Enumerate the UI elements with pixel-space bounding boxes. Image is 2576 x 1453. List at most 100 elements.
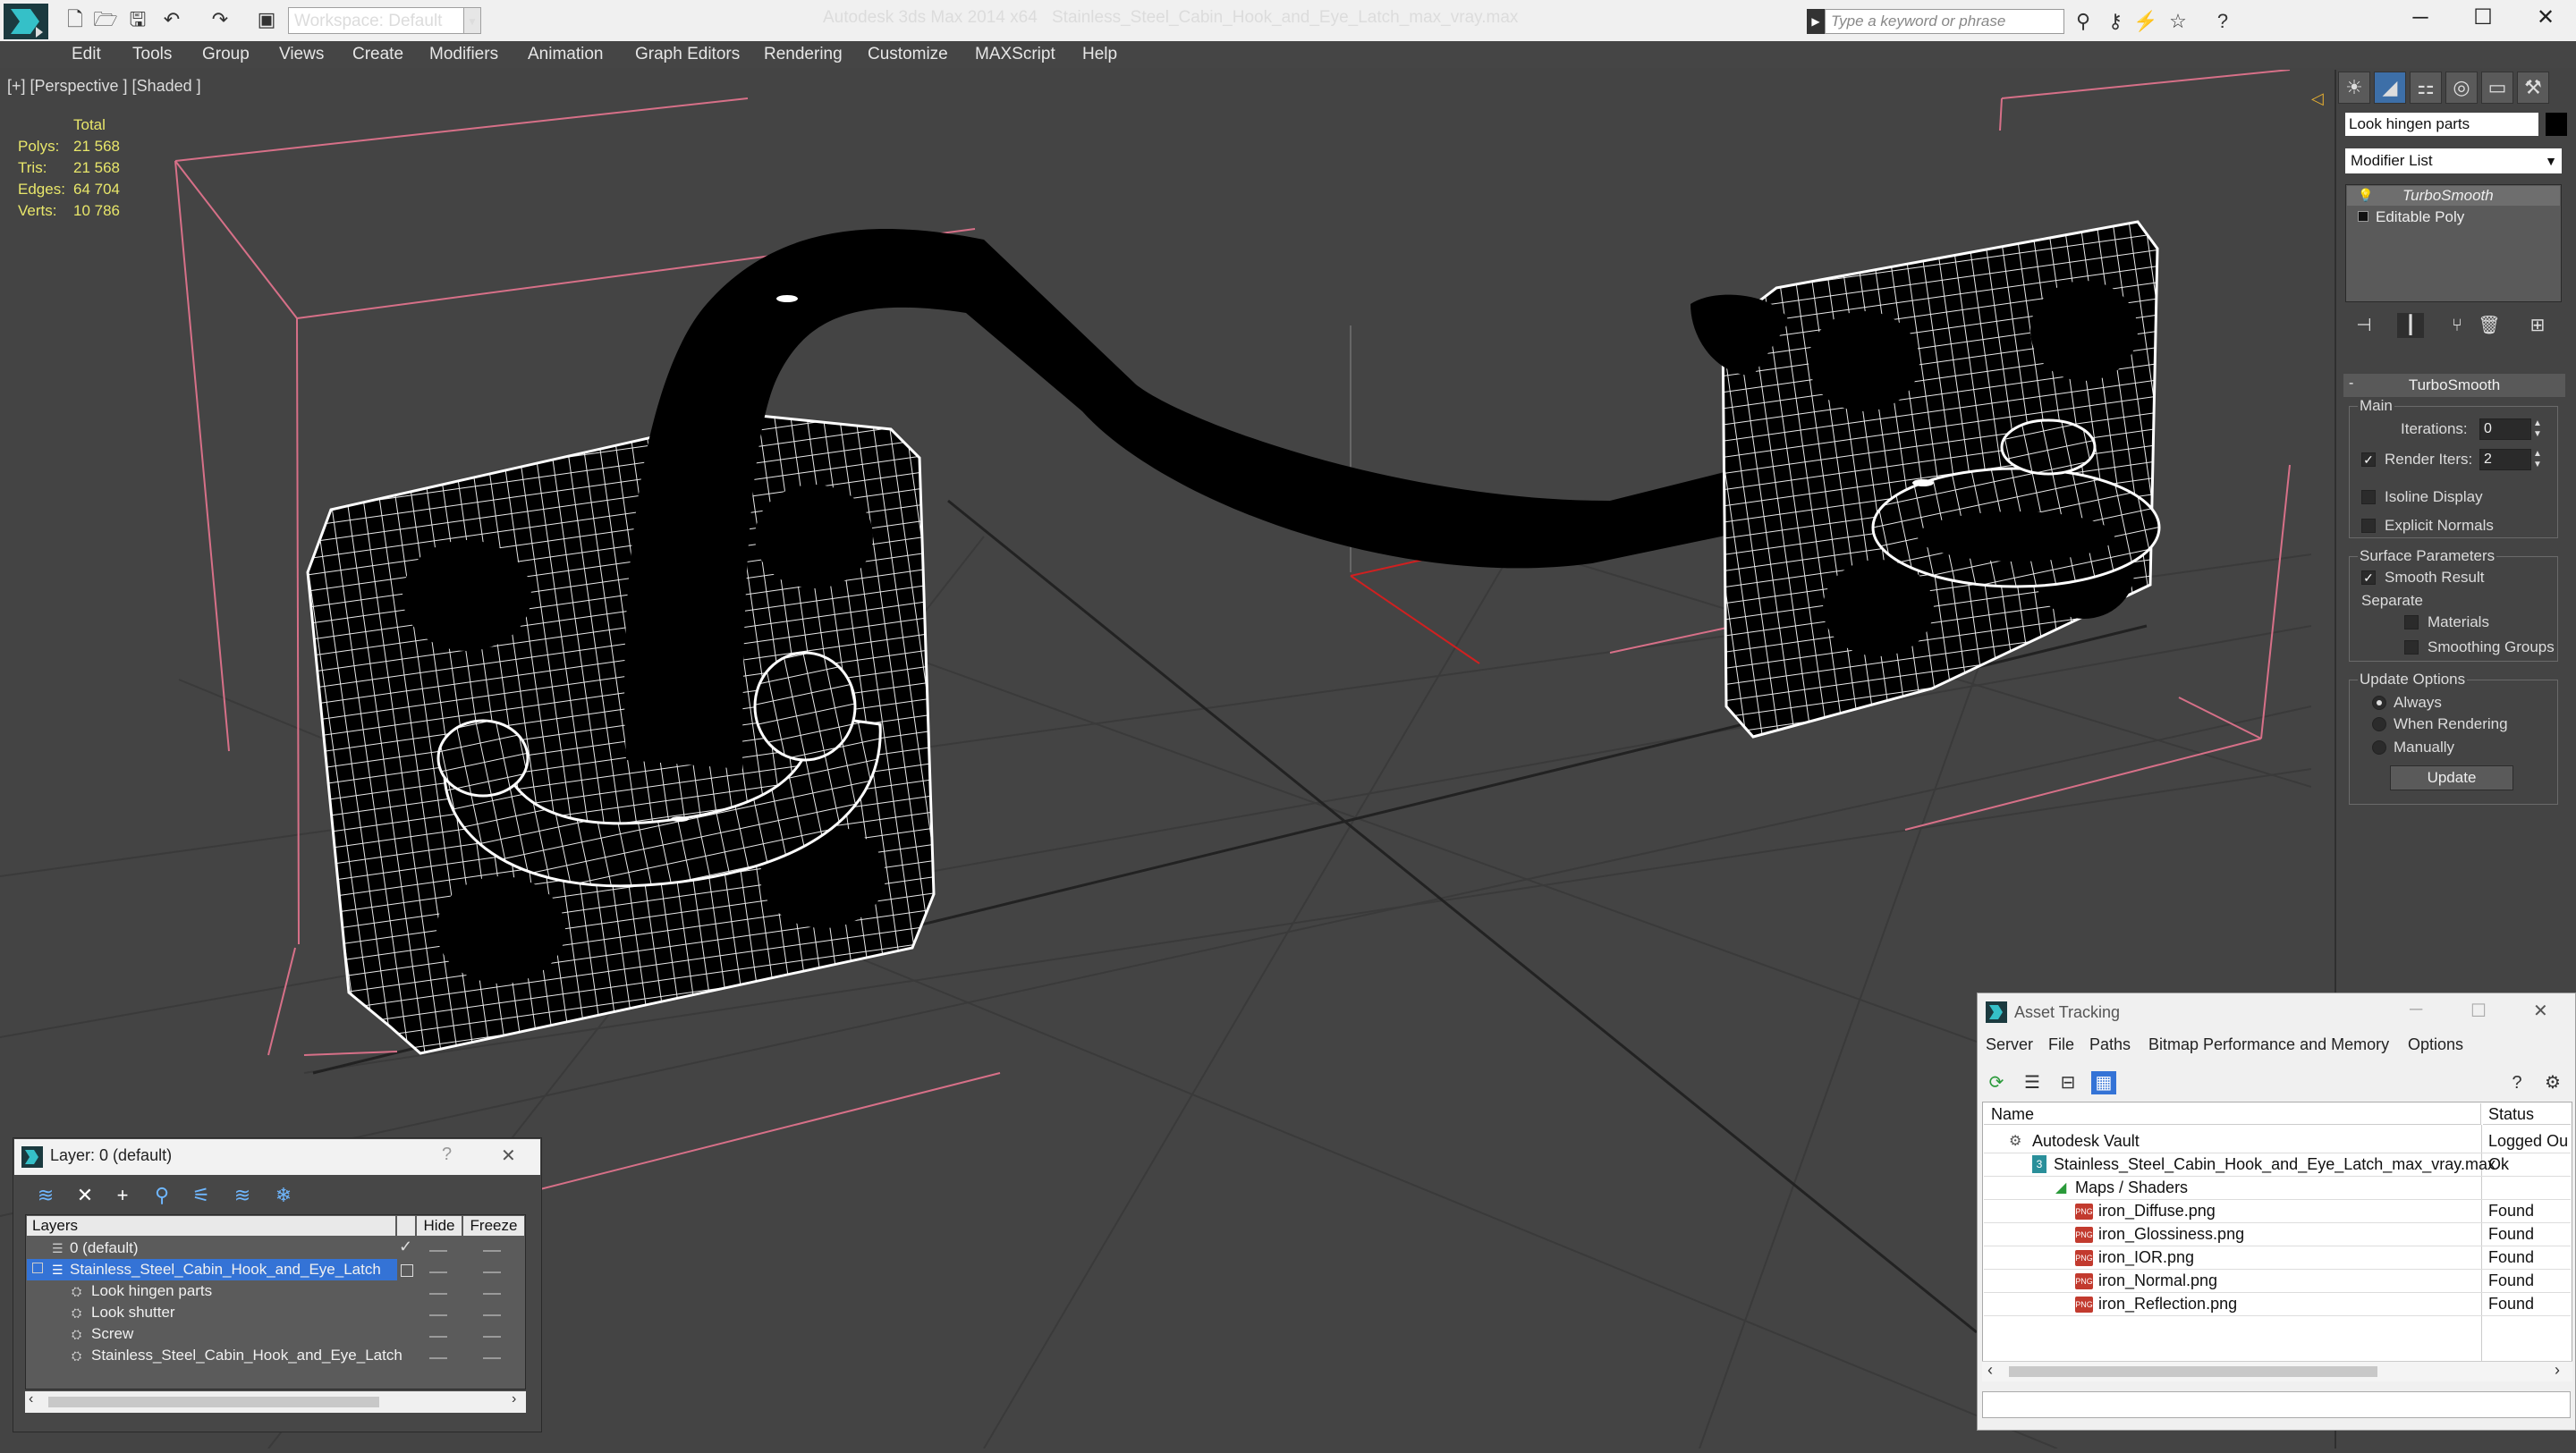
freeze-toggle[interactable] [483,1271,501,1273]
asset-menu-paths[interactable]: Paths [2089,1035,2131,1054]
binoculars-icon[interactable]: ⚲ [2070,9,2097,34]
minimize-icon[interactable]: ─ [2410,1000,2422,1020]
save-file-icon[interactable]: 🖫 [125,9,150,30]
asset-menu-server[interactable]: Server [1986,1035,2033,1054]
pin-stack-icon[interactable]: ⊣ [2351,313,2377,338]
search-expand-icon[interactable]: ▶ [1807,9,1825,34]
scroll-right-icon[interactable]: › [512,1391,516,1407]
expand-box-icon[interactable] [2358,211,2368,222]
menu-views[interactable]: Views [279,43,324,66]
communication-center-icon[interactable]: ⚡ [2132,9,2159,34]
menu-create[interactable]: Create [352,43,403,66]
smoothing-groups-checkbox[interactable] [2404,640,2419,655]
scrollbar-thumb[interactable] [48,1397,379,1407]
close-icon[interactable]: ✕ [501,1145,516,1167]
utilities-tab-icon[interactable]: ⚒ [2517,72,2549,104]
hierarchy-tab-icon[interactable]: ⚏ [2410,72,2442,104]
freeze-toggle[interactable] [483,1250,501,1252]
minimize-icon[interactable]: ─ [2390,0,2451,36]
turbosmooth-rollout-header[interactable]: TurboSmooth [2343,374,2565,397]
chevron-down-icon[interactable]: ▼ [2542,150,2560,172]
menu-maxscript[interactable]: MAXScript [975,43,1055,66]
redo-icon[interactable]: ↷ [208,9,233,30]
object-name-field[interactable]: Look hingen parts [2345,113,2538,136]
asset-menu-options[interactable]: Options [2408,1035,2463,1054]
table-row[interactable] [1984,1270,2571,1293]
table-row[interactable] [1984,1200,2571,1223]
spinner-arrows-icon[interactable]: ▲ ▼ [2533,418,2542,440]
scroll-right-icon[interactable]: › [2555,1361,2560,1380]
modifier-list-dropdown[interactable]: Modifier List [2345,148,2562,173]
col-freeze[interactable]: Freeze [463,1216,524,1236]
hide-toggle[interactable] [429,1336,447,1338]
app-logo-icon[interactable] [4,4,48,39]
iterations-spinner[interactable]: 0 [2479,418,2531,440]
render-iters-checkbox[interactable]: ✓ [2361,452,2376,467]
highlight-layer-icon[interactable]: ⚟ [186,1182,216,1209]
open-file-icon[interactable]: 🗁 [93,9,118,30]
maximize-icon[interactable]: ☐ [2453,0,2513,36]
scroll-left-icon[interactable]: ‹ [29,1391,33,1407]
search-input[interactable]: Type a keyword or phrase [1825,9,2064,34]
rollout-collapse-icon[interactable]: - [2349,376,2353,392]
create-tab-sun-icon[interactable]: ☀ [2338,72,2370,104]
key-icon[interactable]: ⚷ [2102,9,2129,34]
scrollbar-thumb[interactable] [2009,1366,2377,1377]
refresh-icon[interactable]: ⟳ [1984,1071,2009,1094]
delete-layer-icon[interactable]: ✕ [70,1182,100,1209]
table-row[interactable] [1984,1223,2571,1246]
when-rendering-radio[interactable] [2372,717,2386,731]
object-color-swatch[interactable] [2546,113,2567,136]
expand-box-icon[interactable] [32,1263,43,1273]
asset-menu-file[interactable]: File [2048,1035,2074,1054]
close-icon[interactable]: ✕ [2533,1000,2548,1022]
create-layer-icon[interactable]: ≋ [30,1182,61,1209]
isoline-display-checkbox[interactable] [2361,490,2376,504]
chevron-down-icon[interactable]: ▼ [463,7,481,34]
remove-modifier-icon[interactable]: 🗑 [2476,313,2503,338]
make-unique-icon[interactable]: ⑂ [2444,313,2470,338]
viewport-label[interactable]: [+] [Perspective ] [Shaded ] [7,77,201,96]
hide-toggle[interactable] [429,1357,447,1359]
table-row[interactable] [1984,1246,2571,1270]
col-hide[interactable]: Hide [417,1216,462,1236]
hide-all-layers-icon[interactable]: ≋ [227,1182,258,1209]
table-row[interactable] [1984,1177,2571,1200]
freeze-all-layers-icon[interactable]: ❄ [268,1182,299,1209]
materials-checkbox[interactable] [2404,615,2419,629]
col-layers[interactable]: Layers [27,1216,395,1236]
select-objects-icon[interactable]: ⚲ [147,1182,177,1209]
freeze-toggle[interactable] [483,1293,501,1295]
settings-icon[interactable]: ⚙ [2540,1071,2565,1094]
menu-customize[interactable]: Customize [868,43,948,66]
scroll-left-icon[interactable]: ‹ [1987,1361,1993,1380]
display-tab-icon[interactable]: ▭ [2481,72,2513,104]
modify-tab-icon[interactable]: ◢ [2374,72,2406,104]
motion-tab-icon[interactable]: ◎ [2445,72,2478,104]
project-folder-icon[interactable]: ▣ [254,9,279,30]
menu-graph-editors[interactable]: Graph Editors [635,43,740,66]
favorites-star-icon[interactable]: ☆ [2165,9,2191,34]
table-row[interactable] [1984,1293,2571,1316]
panel-collapse-icon[interactable]: ◁ [2311,89,2329,107]
menu-group[interactable]: Group [202,43,250,66]
menu-tools[interactable]: Tools [132,43,172,66]
freeze-toggle[interactable] [483,1336,501,1338]
help-icon[interactable]: ? [2209,9,2236,34]
workspace-dropdown[interactable]: Workspace: Default [288,7,479,34]
menu-rendering[interactable]: Rendering [764,43,843,66]
menu-edit[interactable]: Edit [72,43,101,66]
explicit-normals-checkbox[interactable] [2361,519,2376,533]
render-iters-spinner[interactable]: 2 [2479,449,2531,470]
list-view-icon[interactable]: ☰ [2020,1071,2045,1094]
hide-toggle[interactable] [429,1293,447,1295]
current-layer-check-icon[interactable]: ✓ [399,1238,412,1256]
asset-menu-bitmap-performance[interactable]: Bitmap Performance and Memory [2148,1035,2389,1054]
col-status[interactable]: Status [2483,1103,2571,1125]
menu-animation[interactable]: Animation [528,43,604,66]
manually-radio[interactable] [2372,740,2386,755]
update-button[interactable]: Update [2390,765,2513,790]
undo-icon[interactable]: ↶ [159,9,184,30]
help-icon[interactable]: ? [2504,1071,2529,1094]
new-file-icon[interactable]: 🗋 [63,9,88,30]
